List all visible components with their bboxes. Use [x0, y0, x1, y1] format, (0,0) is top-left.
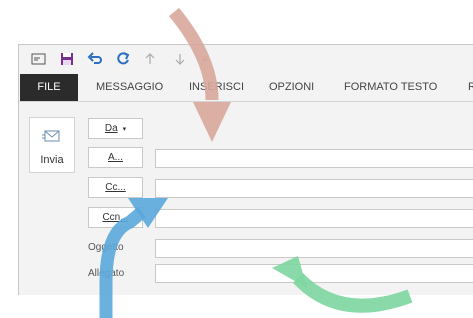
tab-messaggio[interactable]: MESSAGGIO	[96, 74, 163, 101]
cc-button[interactable]: Cc...	[88, 177, 143, 198]
outlook-compose-window: FILE MESSAGGIO INSERISCI OPZIONI FORMATO…	[18, 44, 473, 295]
tab-formato-testo[interactable]: FORMATO TESTO	[344, 74, 437, 101]
bcc-button[interactable]: Ccn...	[88, 207, 143, 228]
tab-file[interactable]: FILE	[20, 74, 78, 101]
tab-opzioni[interactable]: OPZIONI	[269, 74, 314, 101]
redo-icon[interactable]	[115, 51, 131, 67]
undo-icon[interactable]	[87, 51, 103, 67]
compose-area: Invia Da ▾ A... Cc... Ccn... Oggetto All…	[19, 102, 473, 295]
attachment-field[interactable]	[155, 264, 473, 283]
bcc-input[interactable]	[155, 209, 473, 228]
tab-inserisci[interactable]: INSERISCI	[189, 74, 244, 101]
send-label: Invia	[40, 154, 64, 166]
send-icon	[42, 128, 62, 147]
to-label: A...	[107, 152, 123, 163]
to-input[interactable]	[155, 149, 473, 168]
bcc-label: Ccn...	[102, 212, 129, 223]
subject-label: Oggetto	[88, 242, 124, 253]
subject-input[interactable]	[155, 239, 473, 258]
tab-revisione[interactable]: R	[468, 74, 473, 101]
send-button[interactable]: Invia	[29, 117, 75, 173]
customize-icon[interactable]	[200, 51, 210, 67]
save-icon[interactable]	[59, 51, 75, 67]
attachment-label: Allegato	[88, 268, 125, 279]
window-icon[interactable]	[31, 51, 47, 67]
from-button[interactable]: Da ▾	[88, 118, 143, 139]
up-arrow-icon[interactable]	[144, 51, 156, 67]
cc-input[interactable]	[155, 179, 473, 198]
down-arrow-icon[interactable]	[174, 51, 186, 67]
cc-label: Cc...	[105, 182, 126, 193]
ribbon-tab-bar: FILE MESSAGGIO INSERISCI OPZIONI FORMATO…	[19, 74, 473, 102]
from-label: Da	[104, 123, 118, 134]
chevron-down-icon: ▾	[122, 125, 127, 133]
quick-access-toolbar	[19, 45, 473, 74]
to-button[interactable]: A...	[88, 147, 143, 168]
